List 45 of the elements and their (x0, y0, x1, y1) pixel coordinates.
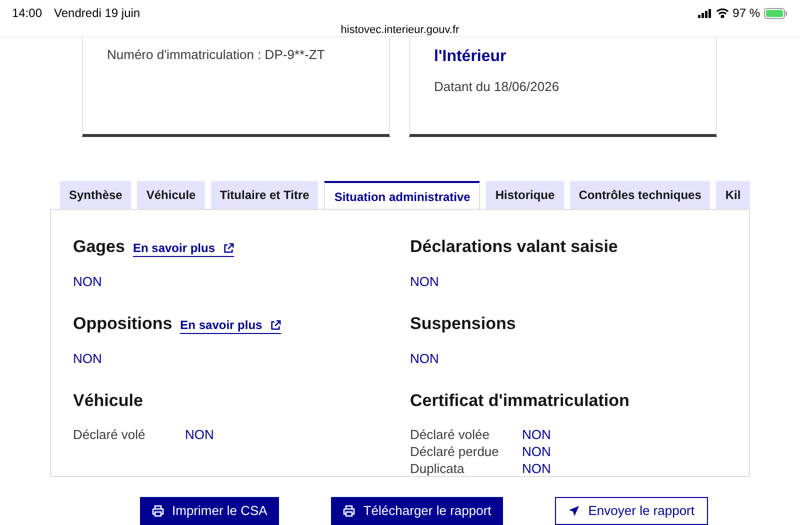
row-label: Déclaré perdue (410, 442, 500, 460)
battery-percent: 97 % (732, 5, 760, 22)
row-label: Déclaré volée (410, 426, 490, 442)
tab[interactable]: Kil (716, 181, 750, 209)
action-button[interactable]: Envoyer le rapport (555, 497, 708, 525)
row-label: Déclaré volé (73, 426, 146, 442)
status-value: NON (410, 350, 440, 368)
status-value: NON (522, 460, 551, 476)
learn-more-link[interactable]: En savoir plus (180, 317, 282, 334)
send-icon (568, 505, 580, 517)
section-title: Véhicule (73, 390, 143, 412)
external-link-icon (223, 242, 234, 254)
status-date: Vendredi 19 juin (54, 5, 140, 22)
page-url: histovec.interieur.gouv.fr (340, 23, 460, 38)
printer-icon (152, 505, 164, 517)
tab[interactable]: Historique (486, 181, 564, 209)
status-value: NON (73, 350, 103, 368)
action-button[interactable]: Télécharger le rapport (331, 497, 504, 525)
external-link-icon (270, 320, 282, 331)
section-title: Gages (73, 236, 125, 258)
section-title: Déclarations valant saisie (410, 236, 618, 258)
card-text: Datant du 18/06/2026 (434, 78, 560, 96)
status-value: NON (522, 442, 551, 460)
card-text: Numéro d'immatriculation : DP-9**-ZT (107, 46, 326, 64)
section-title: Oppositions (73, 313, 172, 335)
clock-time: 14:00 (12, 5, 42, 22)
section-title: Suspensions (410, 313, 516, 335)
wifi-icon (716, 8, 729, 18)
tab[interactable]: Contrôles techniques (570, 181, 710, 209)
printer-icon (343, 505, 356, 517)
status-value: NON (73, 272, 103, 290)
action-button[interactable]: Imprimer le CSA (140, 497, 280, 525)
tab[interactable]: Situation administrative (324, 181, 480, 209)
status-value: NON (185, 426, 214, 442)
tab[interactable]: Synthèse (60, 181, 132, 209)
status-value: NON (410, 272, 440, 290)
signal-icon (698, 8, 712, 18)
tab[interactable]: Véhicule (137, 181, 205, 209)
row-label: Duplicata (410, 460, 466, 476)
battery-icon (764, 8, 788, 18)
card-title: l'Intérieur (434, 47, 508, 67)
section-title: Certificat d'immatriculation (410, 390, 630, 412)
tab[interactable]: Titulaire et Titre (210, 181, 318, 209)
status-value: NON (522, 426, 551, 442)
learn-more-link[interactable]: En savoir plus (132, 240, 234, 258)
